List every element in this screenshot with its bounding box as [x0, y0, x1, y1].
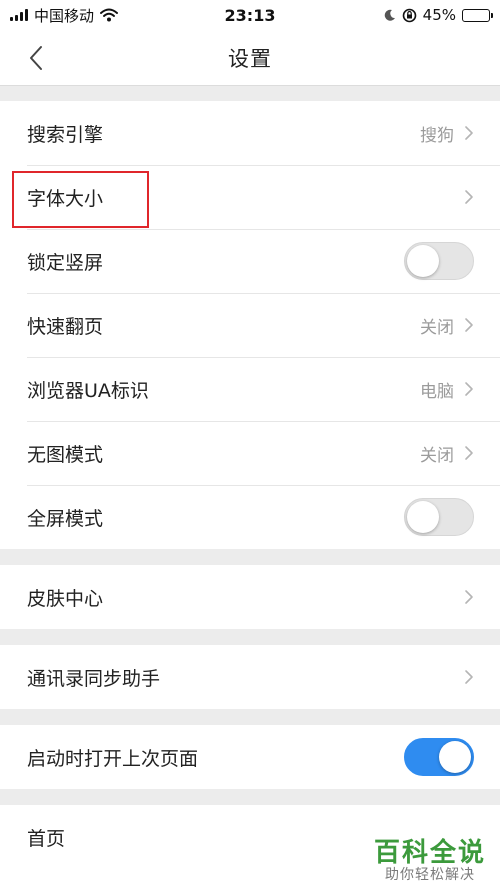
- status-bar-right: 45%: [384, 6, 493, 24]
- row-value: 搜狗: [420, 125, 454, 146]
- watermark-title: 百科全说: [373, 838, 486, 869]
- toggle-knob: [407, 245, 439, 277]
- settings-group-startup: 启动时打开上次页面: [0, 725, 500, 789]
- moon-icon: [384, 9, 395, 21]
- setting-row-skin-center[interactable]: 皮肤中心: [0, 565, 500, 629]
- setting-row-fast-paging[interactable]: 快速翻页 关闭: [0, 293, 500, 357]
- settings-group-skin: 皮肤中心: [0, 565, 500, 629]
- setting-row-lock-portrait: 锁定竖屏: [0, 229, 500, 293]
- row-label: 通讯录同步助手: [27, 667, 161, 690]
- row-value: 关闭: [420, 317, 454, 338]
- row-label: 皮肤中心: [27, 587, 104, 610]
- setting-row-restore-last-page: 启动时打开上次页面: [0, 725, 500, 789]
- row-label: 全屏模式: [27, 507, 104, 530]
- fullscreen-mode-toggle[interactable]: [404, 498, 474, 536]
- row-label: 锁定竖屏: [27, 251, 104, 274]
- setting-row-no-image-mode[interactable]: 无图模式 关闭: [0, 421, 500, 485]
- battery-icon: [462, 8, 493, 22]
- setting-row-browser-ua[interactable]: 浏览器UA标识 电脑: [0, 357, 500, 421]
- nav-bar: 设置: [0, 30, 500, 86]
- status-bar-left: 中国移动: [10, 5, 119, 26]
- setting-row-font-size[interactable]: 字体大小: [0, 165, 500, 229]
- row-label: 搜索引擎: [27, 123, 104, 146]
- page-title: 设置: [228, 46, 272, 71]
- lock-portrait-toggle[interactable]: [404, 242, 474, 280]
- back-button[interactable]: [18, 40, 54, 76]
- row-label: 快速翻页: [27, 315, 104, 338]
- row-label: 字体大小: [27, 187, 104, 210]
- toggle-knob: [439, 741, 471, 773]
- orientation-lock-icon: [402, 8, 416, 22]
- watermark: 百科全说 助你轻松解决: [374, 839, 486, 883]
- row-label: 无图模式: [27, 443, 104, 466]
- setting-row-contacts-sync[interactable]: 通讯录同步助手: [0, 645, 500, 709]
- battery-percent: 45%: [422, 6, 456, 24]
- chevron-right-icon: [464, 669, 474, 685]
- chevron-right-icon: [464, 589, 474, 605]
- chevron-left-icon: [30, 46, 42, 70]
- row-value: 电脑: [420, 381, 454, 402]
- settings-group-general: 搜索引擎 搜狗 字体大小 锁定竖屏 快速翻页 关闭 浏览器UA标识 电脑 无图模…: [0, 101, 500, 549]
- chevron-right-icon: [464, 317, 474, 333]
- signal-icon: [10, 9, 28, 21]
- row-value: 关闭: [420, 445, 454, 466]
- status-bar: 中国移动 23:13 45%: [0, 0, 500, 30]
- setting-row-search-engine[interactable]: 搜索引擎 搜狗: [0, 101, 500, 165]
- carrier-name: 中国移动: [34, 6, 95, 25]
- chevron-right-icon: [464, 125, 474, 141]
- restore-last-page-toggle[interactable]: [404, 738, 474, 776]
- row-label: 浏览器UA标识: [27, 379, 149, 402]
- watermark-subtitle: 助你轻松解决: [384, 866, 475, 883]
- chevron-right-icon: [464, 189, 474, 205]
- settings-group-contacts: 通讯录同步助手: [0, 645, 500, 709]
- toggle-knob: [407, 501, 439, 533]
- setting-row-fullscreen-mode: 全屏模式: [0, 485, 500, 549]
- chevron-right-icon: [464, 445, 474, 461]
- wifi-icon: [100, 8, 119, 22]
- row-label: 启动时打开上次页面: [27, 747, 199, 770]
- chevron-right-icon: [464, 381, 474, 397]
